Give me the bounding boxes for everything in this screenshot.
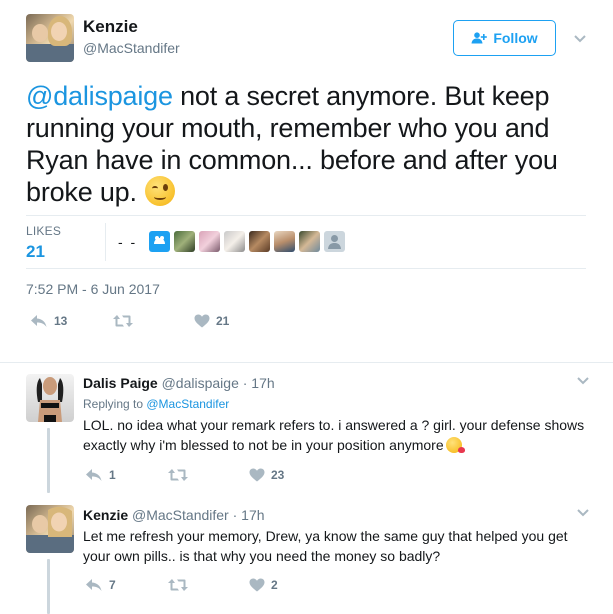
liker-avatar[interactable] — [149, 231, 171, 252]
retweet-button[interactable] — [112, 314, 194, 328]
like-count: 23 — [271, 468, 285, 482]
divider — [0, 362, 613, 363]
reply-actions: 7 2 — [85, 578, 278, 592]
divider — [26, 215, 586, 216]
kiss-face-icon — [445, 437, 465, 453]
mention-link[interactable]: @dalispaige — [26, 81, 173, 111]
default-avatar-icon[interactable] — [324, 231, 346, 252]
reply-actions: 1 23 — [85, 468, 284, 482]
tweet-timestamp[interactable]: 7:52 PM - 6 Jun 2017 — [26, 281, 160, 297]
reply-button[interactable]: 1 — [85, 468, 167, 482]
winking-face-icon — [144, 176, 175, 206]
reply-button[interactable]: 13 — [30, 314, 112, 328]
tweet-actions: 13 21 — [30, 314, 229, 328]
retweet-button[interactable] — [167, 468, 249, 482]
heart-icon — [249, 578, 265, 592]
reply-avatar[interactable] — [26, 374, 74, 422]
divider — [105, 223, 106, 261]
reply-header: Dalis Paige @dalispaige · 17h — [83, 375, 275, 391]
like-button[interactable]: 21 — [194, 314, 229, 328]
reply-author-name[interactable]: Kenzie — [83, 507, 128, 523]
reply-button[interactable]: 7 — [85, 578, 167, 592]
main-tweet: Kenzie @MacStandifer Follow @dalispaige … — [0, 0, 613, 362]
like-count: 21 — [216, 314, 230, 328]
liker-avatar[interactable] — [249, 231, 271, 252]
reply-body: LOL. no idea what your remark refers to.… — [83, 417, 585, 453]
retweet-icon — [113, 315, 133, 327]
thread-line — [47, 559, 50, 614]
reply-icon — [86, 469, 102, 481]
reply-body: Let me refresh your memory, Drew, ya kno… — [83, 528, 568, 564]
reply-text: LOL. no idea what your remark refers to.… — [83, 415, 593, 455]
reply-icon — [31, 315, 47, 327]
likes-count: 21 — [26, 242, 45, 261]
reply-author-handle[interactable]: @MacStandifer — [132, 507, 229, 523]
liker-avatar[interactable] — [299, 231, 321, 252]
retweet-button[interactable] — [167, 578, 249, 592]
reply-time[interactable]: · 17h — [229, 507, 265, 523]
follow-button[interactable]: Follow — [453, 20, 556, 56]
heart-icon — [249, 468, 265, 482]
author-handle[interactable]: @MacStandifer — [83, 40, 180, 56]
thread-line — [47, 428, 50, 493]
likes-stat[interactable]: LIKES 21 — [26, 224, 61, 262]
like-button[interactable]: 2 — [249, 578, 278, 592]
liker-avatar[interactable] — [274, 231, 296, 252]
reply-header: Kenzie @MacStandifer · 17h — [83, 507, 265, 523]
retweet-icon — [168, 579, 188, 591]
reply-author-handle[interactable]: @dalispaige — [162, 375, 239, 391]
replying-to: Replying to @MacStandifer — [83, 397, 229, 411]
reply-count: 1 — [109, 468, 116, 482]
divider — [26, 268, 586, 269]
likers-list: - - — [118, 231, 346, 252]
liker-avatar[interactable] — [174, 231, 196, 252]
reply-text: Let me refresh your memory, Drew, ya kno… — [83, 526, 593, 566]
author-name[interactable]: Kenzie — [83, 17, 138, 37]
replying-prefix: Replying to — [83, 397, 147, 411]
chevron-down-icon[interactable] — [573, 34, 587, 44]
tweet-text: @dalispaige not a secret anymore. But ke… — [26, 80, 586, 208]
author-avatar[interactable] — [26, 14, 74, 62]
reply-count: 7 — [109, 578, 116, 592]
like-button[interactable]: 23 — [249, 468, 284, 482]
likers-dashes: - - — [118, 233, 138, 250]
reply-count: 13 — [54, 314, 68, 328]
reply-author-name[interactable]: Dalis Paige — [83, 375, 158, 391]
like-count: 2 — [271, 578, 278, 592]
follow-label: Follow — [493, 30, 538, 46]
chevron-down-icon[interactable] — [576, 376, 590, 386]
reply-icon — [86, 579, 102, 591]
retweet-icon — [168, 469, 188, 481]
likes-label: LIKES — [26, 224, 62, 238]
liker-avatar[interactable] — [199, 231, 221, 252]
heart-icon — [194, 314, 210, 328]
replying-to-link[interactable]: @MacStandifer — [146, 397, 229, 411]
chevron-down-icon[interactable] — [576, 508, 590, 518]
add-user-icon — [471, 32, 488, 44]
liker-avatar[interactable] — [224, 231, 246, 252]
reply-avatar[interactable] — [26, 505, 74, 553]
reply-time[interactable]: · 17h — [239, 375, 275, 391]
